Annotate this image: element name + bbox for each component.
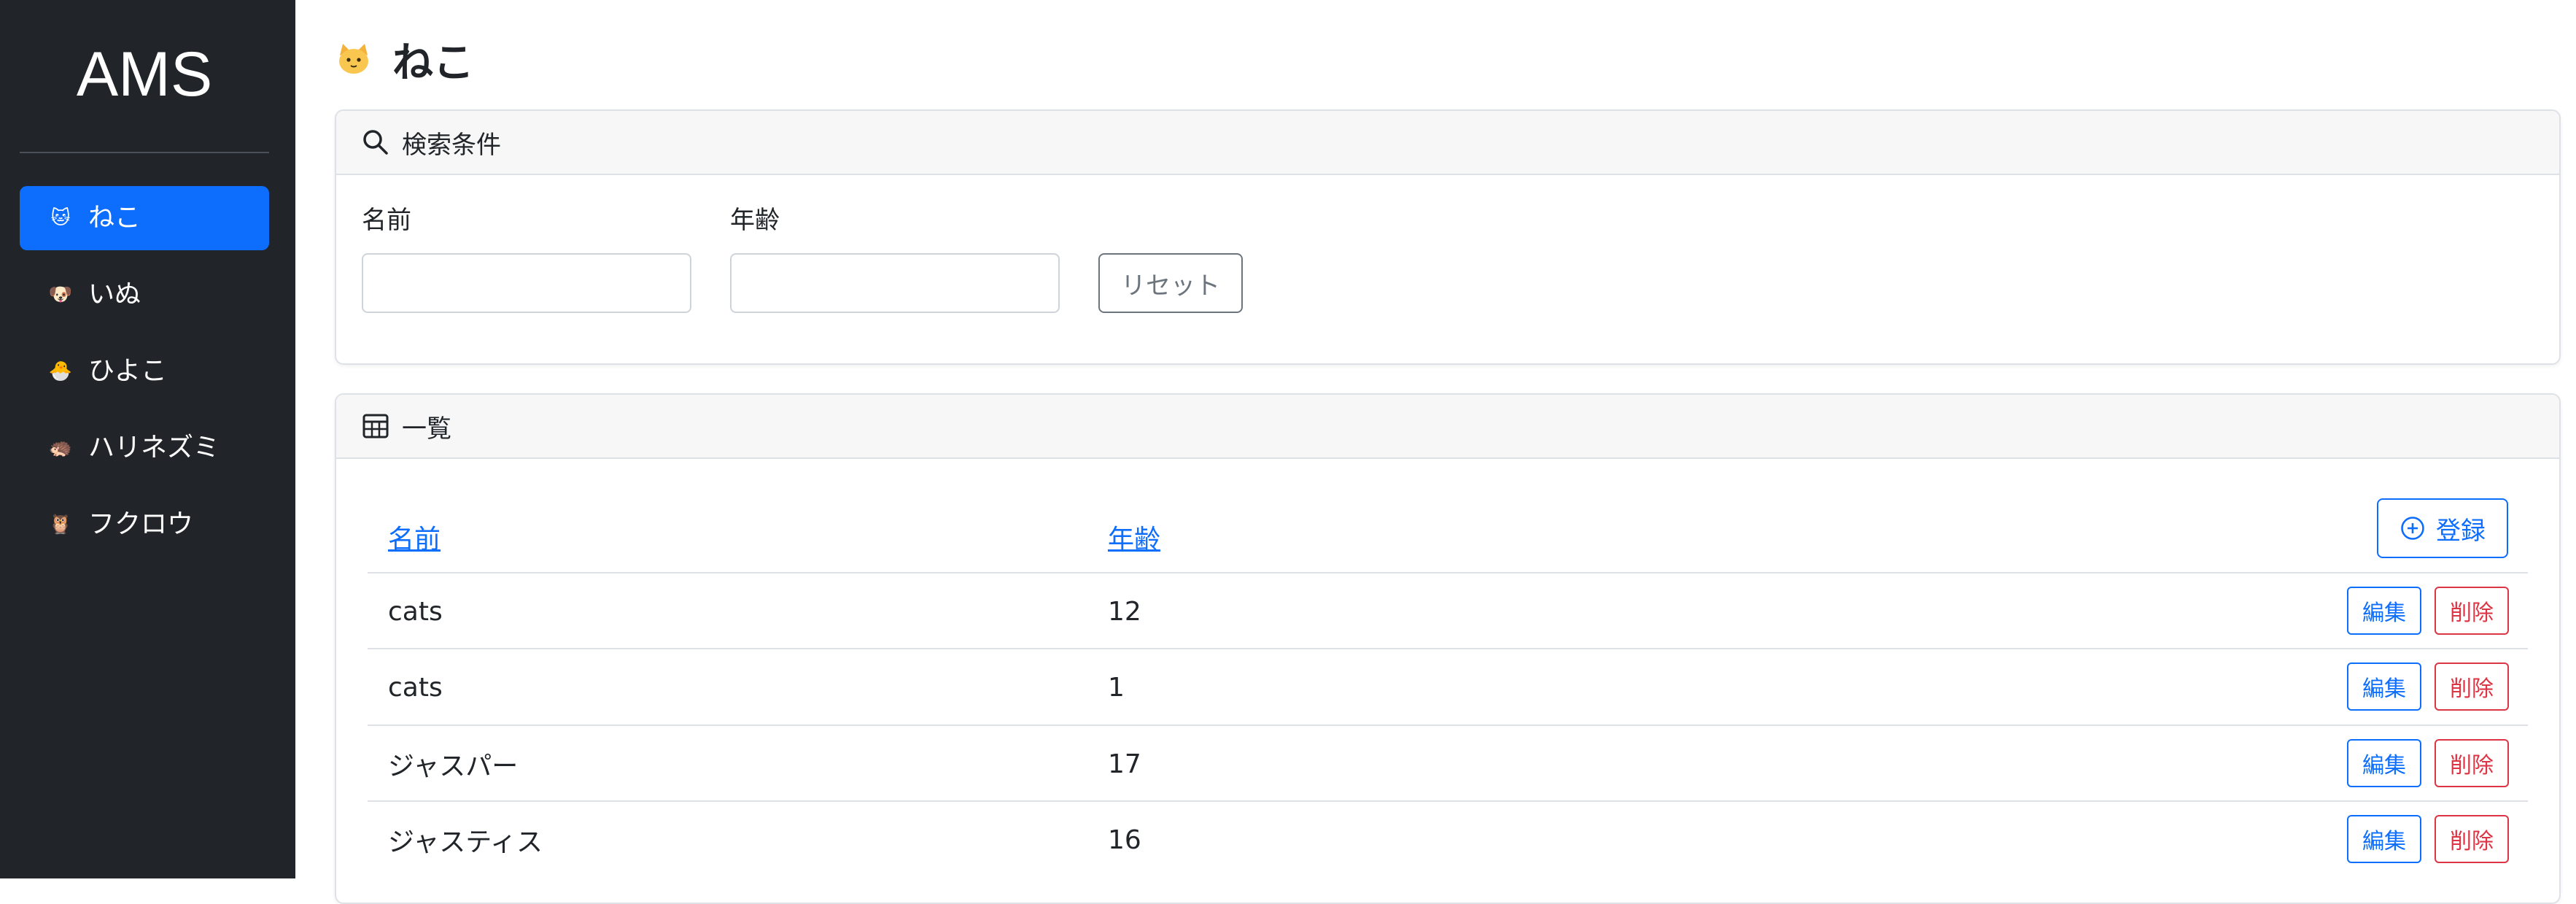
page-title: ねこ xyxy=(335,34,474,87)
name-label: 名前 xyxy=(362,206,411,235)
list-card-header: 一覧 xyxy=(336,395,2559,459)
table-row: ジャスパー 17 編集 削除 xyxy=(368,725,2528,800)
delete-button[interactable]: 削除 xyxy=(2435,815,2509,863)
reset-button[interactable]: リセット xyxy=(1098,253,1243,313)
sidebar-item-label: ハリネズミ xyxy=(88,433,220,463)
sidebar-item-hiyoko[interactable]: 🐣 ひよこ xyxy=(20,339,269,403)
edit-button[interactable]: 編集 xyxy=(2347,662,2421,711)
column-header-name[interactable]: 名前 xyxy=(388,525,441,555)
name-search-input[interactable] xyxy=(362,253,691,313)
search-icon xyxy=(361,128,390,157)
owl-icon: 🦉 xyxy=(48,514,73,536)
cell-name: ジャスパー xyxy=(388,752,519,781)
table-row: ジャスティス 16 編集 削除 xyxy=(368,800,2528,876)
search-card-title: 検索条件 xyxy=(402,130,501,160)
delete-button[interactable]: 削除 xyxy=(2435,662,2509,711)
cell-name: cats xyxy=(388,672,443,703)
register-button[interactable]: 登録 xyxy=(2377,498,2508,558)
edit-button[interactable]: 編集 xyxy=(2347,815,2421,863)
delete-button[interactable]: 削除 xyxy=(2435,587,2509,635)
search-card-header: 検索条件 xyxy=(336,111,2559,175)
edit-button[interactable]: 編集 xyxy=(2347,587,2421,635)
cell-name: ジャスティス xyxy=(388,827,543,857)
sidebar-item-label: ひよこ xyxy=(88,356,168,386)
table-row: cats 1 編集 削除 xyxy=(368,648,2528,724)
sidebar-item-label: いぬ xyxy=(88,279,141,309)
cell-age: 12 xyxy=(1108,596,1141,627)
age-label: 年齢 xyxy=(730,206,780,235)
brand-logo[interactable]: AMS xyxy=(0,38,289,111)
sidebar-item-harinezumi[interactable]: 🦔 ハリネズミ xyxy=(20,416,269,480)
cat-icon xyxy=(335,41,372,77)
plus-circle-icon xyxy=(2400,515,2426,541)
sidebar-item-neko[interactable]: 🐱 ねこ xyxy=(20,186,269,250)
table-icon xyxy=(361,412,390,441)
page-title-text: ねこ xyxy=(392,39,474,87)
cell-age: 16 xyxy=(1108,824,1141,855)
edit-button[interactable]: 編集 xyxy=(2347,739,2421,787)
sidebar-item-label: フクロウ xyxy=(88,509,194,539)
hedgehog-icon: 🦔 xyxy=(48,437,73,459)
age-search-input[interactable] xyxy=(730,253,1060,313)
sidebar-item-inu[interactable]: 🐶 いぬ xyxy=(20,263,269,327)
column-header-age[interactable]: 年齢 xyxy=(1108,525,1160,555)
cell-age: 17 xyxy=(1108,749,1141,779)
list-card-title: 一覧 xyxy=(402,414,451,444)
table-row: cats 12 編集 削除 xyxy=(368,572,2528,648)
cat-icon: 🐱 xyxy=(50,207,71,229)
delete-button[interactable]: 削除 xyxy=(2435,739,2509,787)
search-card: 検索条件 xyxy=(335,109,2561,365)
register-button-label: 登録 xyxy=(2436,516,2486,546)
chick-icon: 🐣 xyxy=(48,360,73,382)
sidebar: AMS 🐱 ねこ 🐶 いぬ 🐣 ひよこ 🦔 ハリネズミ 🦉 フクロウ xyxy=(0,0,295,878)
cell-age: 1 xyxy=(1108,672,1125,703)
sidebar-divider xyxy=(20,152,269,153)
sidebar-item-fukurou[interactable]: 🦉 フクロウ xyxy=(20,492,269,557)
dog-icon: 🐶 xyxy=(48,284,73,306)
sidebar-item-label: ねこ xyxy=(88,203,141,233)
cell-name: cats xyxy=(388,596,443,627)
